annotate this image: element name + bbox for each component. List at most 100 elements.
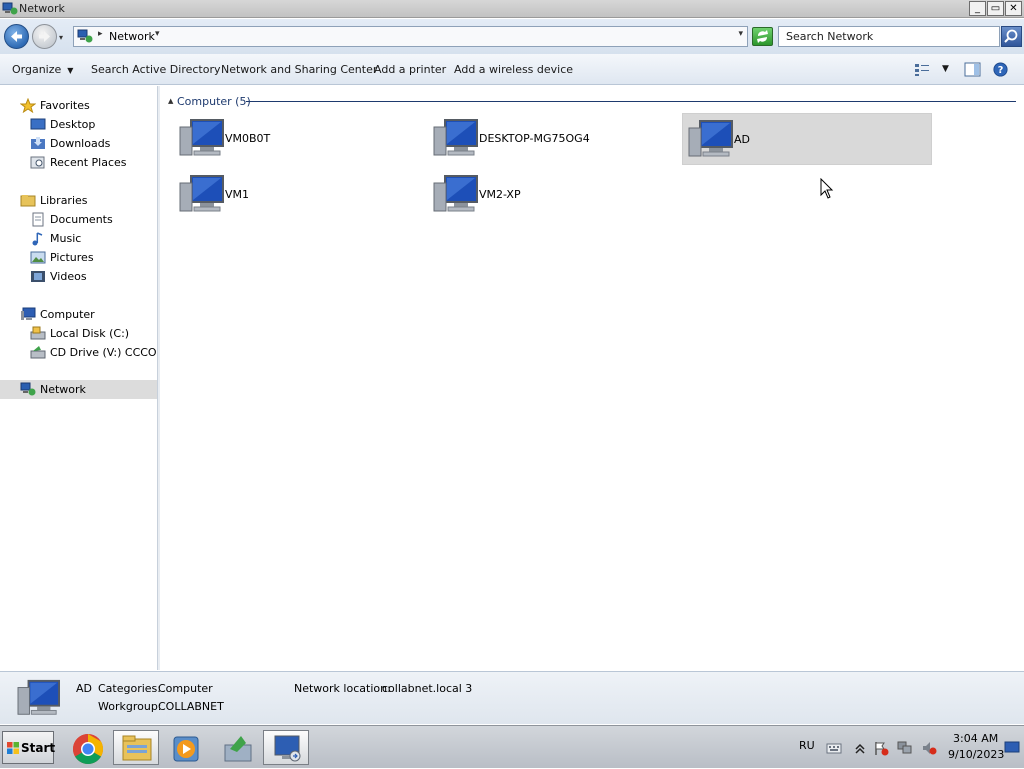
taskbar-chrome[interactable] xyxy=(64,730,110,765)
recent-places-icon xyxy=(30,156,45,169)
close-button[interactable]: ✕ xyxy=(1005,1,1022,16)
computer-item-vm2-xp[interactable]: VM2-XP xyxy=(428,169,678,221)
view-options-dropdown-icon[interactable]: ▼ xyxy=(942,64,949,74)
nav-favorites[interactable]: Favorites xyxy=(20,96,155,115)
folder-icon xyxy=(122,735,152,761)
group-header[interactable]: Computer (5) xyxy=(177,95,251,108)
mouse-cursor-icon xyxy=(820,178,834,199)
add-wireless-device-button[interactable]: Add a wireless device xyxy=(454,63,573,76)
desktop-icon xyxy=(30,118,46,130)
help-icon[interactable]: ? xyxy=(992,62,1009,77)
organize-label: Organize xyxy=(12,63,62,76)
computer-icon xyxy=(179,119,224,156)
nav-music[interactable]: Music xyxy=(30,229,155,248)
details-location-label: Network location: xyxy=(294,682,391,695)
nav-pictures-label: Pictures xyxy=(50,251,94,264)
taskbar-explorer[interactable] xyxy=(113,730,159,765)
search-icon xyxy=(1004,29,1018,43)
nav-desktop[interactable]: Desktop xyxy=(30,115,155,134)
downloads-icon xyxy=(31,137,45,149)
clock-date[interactable]: 9/10/2023 xyxy=(948,748,1004,761)
search-button[interactable] xyxy=(1001,26,1022,47)
refresh-button[interactable] xyxy=(752,27,773,46)
breadcrumb-network[interactable]: Network xyxy=(109,30,155,43)
computer-item-label: VM2-XP xyxy=(479,188,521,201)
nav-computer[interactable]: Computer xyxy=(20,305,155,324)
breadcrumb-separator-icon[interactable]: ▸ xyxy=(98,29,103,39)
computer-icon xyxy=(21,307,36,320)
breadcrumb-dropdown-icon[interactable]: ▾ xyxy=(155,29,160,39)
collapse-group-icon[interactable]: ▲ xyxy=(168,97,173,105)
network-icon xyxy=(2,2,18,15)
computer-item-ad[interactable]: AD xyxy=(682,113,932,165)
search-input[interactable]: Search Network xyxy=(778,26,1000,47)
address-bar[interactable]: ▸ Network ▾ ▾ xyxy=(73,26,748,47)
nav-documents-label: Documents xyxy=(50,213,113,226)
computer-item-label: DESKTOP-MG75OG4 xyxy=(479,132,590,145)
change-view-icon[interactable] xyxy=(914,62,931,77)
nav-documents[interactable]: Documents xyxy=(30,210,155,229)
start-button[interactable]: Start xyxy=(2,731,56,764)
computer-item-vm1[interactable]: VM1 xyxy=(174,169,424,221)
network-sharing-center-button[interactable]: Network and Sharing Center xyxy=(221,63,377,76)
nav-local-disk[interactable]: Local Disk (C:) xyxy=(30,324,155,343)
add-printer-button[interactable]: Add a printer xyxy=(374,63,446,76)
taskbar-remote-desktop[interactable] xyxy=(263,730,309,765)
details-pane: AD Categories: Computer Network location… xyxy=(0,671,1024,724)
action-center-flag-icon[interactable] xyxy=(873,740,889,756)
forward-arrow-icon xyxy=(39,31,50,42)
nav-downloads[interactable]: Downloads xyxy=(30,134,155,153)
cd-drive-icon xyxy=(30,346,46,359)
network-status-icon[interactable] xyxy=(897,740,913,756)
nav-libraries[interactable]: Libraries xyxy=(20,191,155,210)
show-hidden-icons-icon[interactable] xyxy=(852,740,868,756)
clock-time[interactable]: 3:04 AM xyxy=(953,732,998,745)
details-workgroup-label: Workgroup: xyxy=(98,700,162,713)
minimize-button[interactable]: _ xyxy=(969,1,986,16)
nav-recent-places[interactable]: Recent Places xyxy=(30,153,155,172)
nav-favorites-label: Favorites xyxy=(40,99,90,112)
details-workgroup-value: COLLABNET xyxy=(158,700,224,713)
show-desktop-icon[interactable] xyxy=(1004,739,1020,755)
preview-pane-icon[interactable] xyxy=(964,62,981,77)
media-player-icon xyxy=(173,736,199,762)
forward-button[interactable] xyxy=(32,24,57,49)
search-active-directory-button[interactable]: Search Active Directory xyxy=(91,63,221,76)
pictures-icon xyxy=(30,251,46,264)
nav-network[interactable]: Network xyxy=(0,380,157,399)
taskbar-media-player[interactable] xyxy=(162,730,208,765)
details-location-value: collabnet.local 3 xyxy=(382,682,473,695)
address-dropdown-icon[interactable]: ▾ xyxy=(738,29,743,39)
nav-recent-label: Recent Places xyxy=(50,156,127,169)
nav-cd-drive[interactable]: CD Drive (V:) CCCOMA xyxy=(30,343,157,362)
computer-item-label: VM0B0T xyxy=(225,132,271,145)
recent-pages-dropdown[interactable]: ▾ xyxy=(59,33,63,42)
computer-item-label: VM1 xyxy=(225,188,250,201)
content-pane: ▲ Computer (5) VM0B0T DESKTOP-MG75OG4 AD… xyxy=(160,86,1024,670)
computer-item-desktop-mg75og4[interactable]: DESKTOP-MG75OG4 xyxy=(428,113,678,165)
start-label: Start xyxy=(21,741,56,755)
window-title: Network xyxy=(19,2,65,15)
remote-desktop-icon xyxy=(274,735,301,762)
keyboard-icon[interactable] xyxy=(826,740,842,756)
nav-videos-label: Videos xyxy=(50,270,87,283)
language-indicator[interactable]: RU xyxy=(799,739,815,752)
nav-downloads-label: Downloads xyxy=(50,137,111,150)
taskbar: Start RU 3:04 AM 9/10/2023 xyxy=(0,725,1024,768)
nav-videos[interactable]: Videos xyxy=(30,267,155,286)
maximize-button[interactable]: ▭ xyxy=(987,1,1004,16)
title-bar: Network _ ▭ ✕ xyxy=(0,0,1024,18)
svg-text:?: ? xyxy=(998,65,1004,76)
computer-icon xyxy=(179,175,224,212)
taskbar-installer[interactable] xyxy=(214,730,260,765)
back-button[interactable] xyxy=(4,24,29,49)
volume-muted-icon[interactable] xyxy=(921,740,937,756)
nav-pictures[interactable]: Pictures xyxy=(30,248,155,267)
details-name: AD xyxy=(76,682,92,695)
organize-button[interactable]: Organize ▼ xyxy=(12,63,73,76)
network-icon xyxy=(77,29,93,43)
chevron-down-icon: ▼ xyxy=(67,66,74,75)
back-arrow-icon xyxy=(11,31,22,42)
computer-item-vm0b0t[interactable]: VM0B0T xyxy=(174,113,424,165)
computer-icon xyxy=(17,679,60,715)
